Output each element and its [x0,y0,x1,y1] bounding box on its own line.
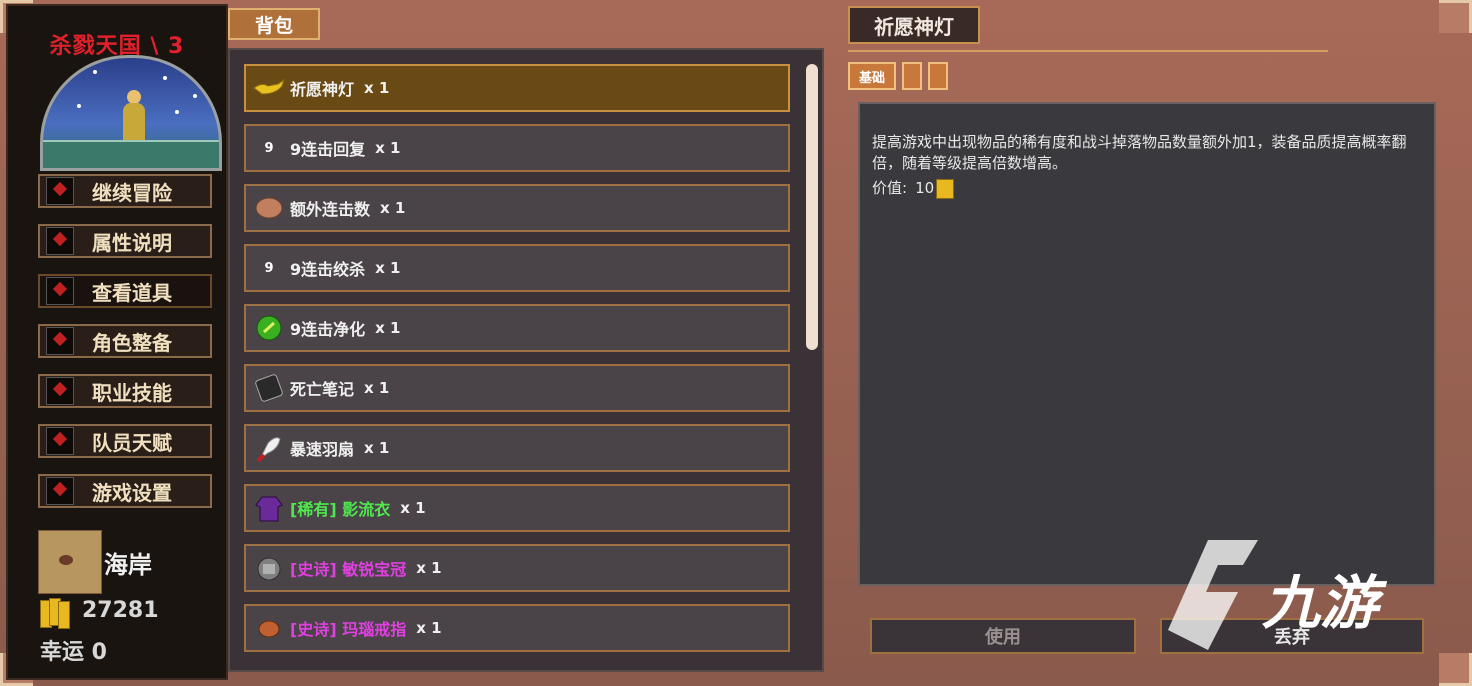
frame-corner-ornament [1439,653,1472,686]
tab-extra-1[interactable] [902,62,922,90]
menu-item-label: 职业技能 [92,380,172,405]
item-name: 额外连击数 [290,200,371,219]
inventory-item-row[interactable]: 额外连击数 x 1 [244,184,790,232]
ring-icon [252,611,286,645]
menu-item-icon [46,177,74,205]
rock-icon [252,191,286,225]
menu-item-label: 角色整备 [92,330,172,355]
menu-team-talents-button[interactable]: 队员天赋 [38,424,212,458]
item-quantity: x 1 [375,319,401,337]
robe-icon [252,491,286,525]
luck-stat: 幸运 0 [40,640,107,665]
item-name: 死亡笔记 [290,380,355,399]
gold-coins-icon [40,598,70,629]
value-amount: 10 [915,179,935,197]
menu-view-items-button[interactable]: 查看道具 [38,274,212,308]
inventory-item-row[interactable]: 暴速羽扇 x 1 [244,424,790,472]
combo-heal-icon: 9 [264,140,274,156]
use-button[interactable]: 使用 [870,618,1136,654]
menu-item-icon [46,377,74,405]
item-quantity: x 1 [364,379,390,397]
inventory-item-row[interactable]: [史诗] 敏锐宝冠 x 1 [244,544,790,592]
combo-strangle-icon: 9 [264,260,274,276]
title-divider [848,50,1328,52]
item-quantity: x 1 [375,139,401,157]
tab-extra-2[interactable] [928,62,948,90]
menu-item-icon [46,277,74,305]
location-name: 海岸 [104,551,152,579]
tab-basic[interactable]: 基础 [848,62,896,90]
menu-item-icon [46,477,74,505]
item-name: 9连击净化 [290,320,366,339]
item-value-line: 价值: 10 [872,178,1422,199]
inventory-item-row[interactable]: 9 9连击绞杀 x 1 [244,244,790,292]
inventory-scrollbar[interactable] [806,64,818,350]
item-name: [稀有] 影流衣 [290,500,391,519]
menu-item-icon [46,327,74,355]
menu-class-skills-button[interactable]: 职业技能 [38,374,212,408]
menu-item-icon [46,227,74,255]
item-name: [史诗] 敏锐宝冠 [290,560,407,579]
item-quantity: x 1 [375,259,401,277]
menu-attribute-info-button[interactable]: 属性说明 [38,224,212,258]
item-quantity: x 1 [364,439,390,457]
item-quantity: x 1 [416,559,442,577]
inventory-item-row[interactable]: 9 9连击回复 x 1 [244,124,790,172]
tab-backpack[interactable]: 背包 [228,8,320,40]
item-quantity: x 1 [380,199,406,217]
feather-fan-icon [252,431,286,465]
inventory-item-row[interactable]: 祈愿神灯 x 1 [244,64,790,112]
item-name: 祈愿神灯 [290,80,355,99]
item-quantity: x 1 [400,499,426,517]
menu-item-label: 继续冒险 [92,180,172,205]
item-name: [史诗] 玛瑙戒指 [290,620,407,639]
inventory-list[interactable]: 祈愿神灯 x 1 9 9连击回复 x 1 额外连击数 x 1 9 9连击绞杀 x 1 9连击净化 x … [228,48,824,672]
location-thumbnail [38,530,102,594]
magic-lamp-icon [252,71,286,105]
value-label: 价值: [872,179,908,197]
gold-amount: 27281 [82,598,159,623]
menu-game-settings-button[interactable]: 游戏设置 [38,474,212,508]
crown-icon [252,551,286,585]
item-description-panel: 提高游戏中出现物品的稀有度和战斗掉落物品数量额外加1，装备品质提高概率翻倍，随着… [858,102,1436,586]
item-name: 暴速羽扇 [290,440,355,459]
item-description: 提高游戏中出现物品的稀有度和战斗掉落物品数量额外加1，装备品质提高概率翻倍，随着… [872,133,1407,172]
item-quantity: x 1 [364,79,390,97]
item-detail-title: 祈愿神灯 [848,6,980,44]
menu-character-prep-button[interactable]: 角色整备 [38,324,212,358]
item-name: 9连击绞杀 [290,260,366,279]
green-orb-icon [252,311,286,345]
menu-continue-adventure-button[interactable]: 继续冒险 [38,174,212,208]
menu-item-icon [46,427,74,455]
inventory-item-row[interactable]: 死亡笔记 x 1 [244,364,790,412]
item-name: 9连击回复 [290,140,366,159]
menu-item-label: 队员天赋 [92,430,172,455]
watermark-text: 九游 [1262,569,1379,637]
inventory-item-row[interactable]: 9连击净化 x 1 [244,304,790,352]
item-quantity: x 1 [416,619,442,637]
frame-corner-ornament [1439,0,1472,33]
gold-coin-icon [936,178,955,199]
death-note-icon [252,371,286,405]
inventory-item-row[interactable]: [史诗] 玛瑙戒指 x 1 [244,604,790,652]
menu-item-label: 属性说明 [92,230,172,255]
menu-item-label: 游戏设置 [92,480,172,505]
inventory-item-row[interactable]: [稀有] 影流衣 x 1 [244,484,790,532]
menu-item-label: 查看道具 [92,280,172,305]
